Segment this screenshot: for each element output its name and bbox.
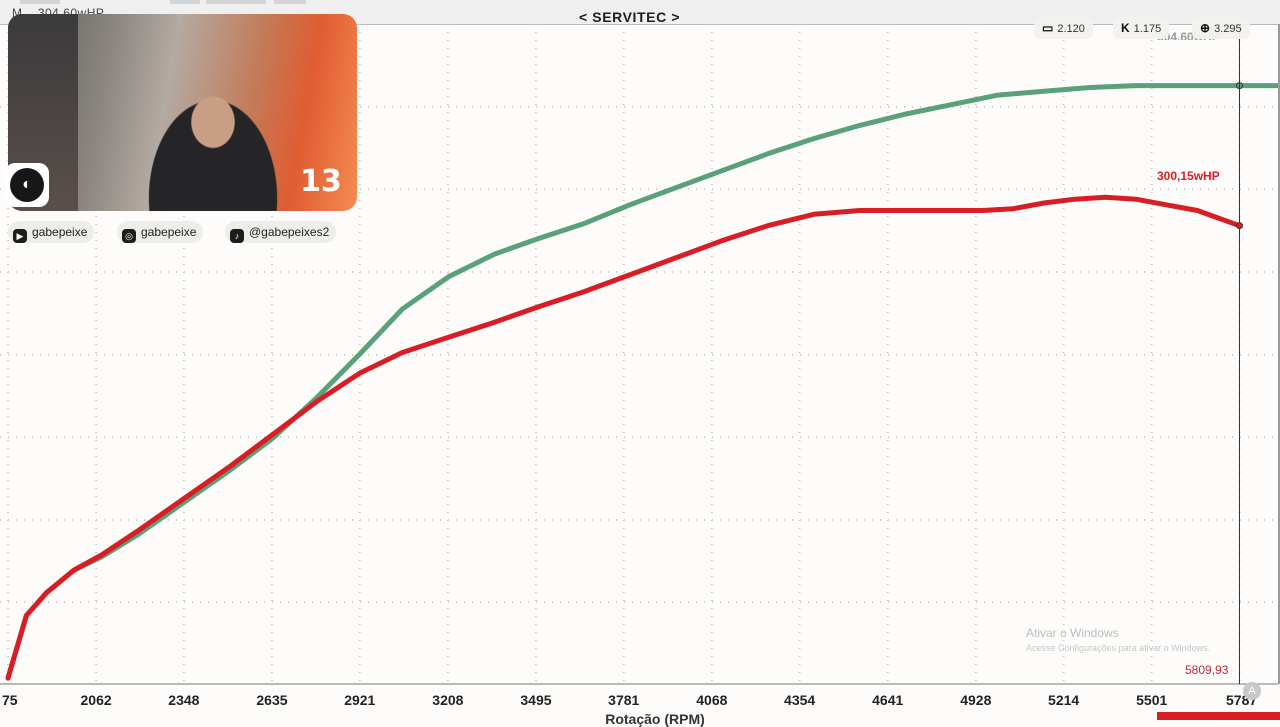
x-tick-label: 3781 bbox=[608, 692, 640, 708]
channel-logo: ◐ bbox=[5, 163, 49, 207]
webcam-counter: 13 bbox=[300, 164, 342, 199]
x-tick-label: 2348 bbox=[168, 692, 200, 708]
instagram-icon: ◎ bbox=[122, 229, 136, 243]
social-handle: gabepeixe bbox=[141, 225, 197, 239]
x-tick-label: 4354 bbox=[784, 692, 816, 708]
cursor-rpm-readout: 5809,93 bbox=[1185, 663, 1229, 677]
x-tick-label: 75 bbox=[2, 692, 18, 708]
x-tick-label: 4928 bbox=[960, 692, 992, 708]
toolbar-tab[interactable] bbox=[20, 0, 60, 4]
stat-twitch-viewers: ▭ 2.120 bbox=[1034, 17, 1093, 39]
youtube-icon: ▶ bbox=[13, 229, 27, 243]
kick-icon: K bbox=[1121, 21, 1130, 35]
fish-logo-icon: ◐ bbox=[10, 168, 44, 202]
stat-value: 2.120 bbox=[1057, 23, 1085, 35]
streamer-image bbox=[138, 84, 288, 211]
window-title: < SERVITEC > bbox=[579, 9, 681, 25]
x-tick-label: 4641 bbox=[872, 692, 904, 708]
social-tiktok: ♪ @gabepeixes2 bbox=[225, 221, 337, 243]
social-youtube: ▶ gabepeixe bbox=[8, 221, 95, 243]
x-axis-label: Rotação (RPM) bbox=[605, 711, 705, 727]
globe-icon: ⊕ bbox=[1200, 21, 1211, 35]
corner-logo-icon: A bbox=[1243, 682, 1261, 700]
x-tick-label: 5214 bbox=[1048, 692, 1080, 708]
x-tick-label: 4068 bbox=[696, 692, 728, 708]
social-instagram: ◎ gabepeixe bbox=[117, 221, 204, 243]
x-tick-label: 5501 bbox=[1136, 692, 1168, 708]
activation-watermark-subtitle: Acesse Configurações para ativar o Windo… bbox=[1026, 643, 1211, 653]
stat-value: 1.175 bbox=[1133, 23, 1162, 35]
stat-kick-viewers: K 1.175 bbox=[1113, 17, 1170, 39]
x-tick-label: 2062 bbox=[80, 692, 112, 708]
x-tick-label: 3208 bbox=[432, 692, 464, 708]
stat-value: 3.295 bbox=[1214, 23, 1242, 35]
toolbar-tab[interactable] bbox=[170, 0, 200, 4]
red-curve-value-label: 300,15wHP bbox=[1157, 169, 1220, 183]
webcam-overlay: 13 bbox=[8, 14, 357, 211]
bottom-red-tab[interactable] bbox=[1157, 712, 1280, 720]
x-tick-label: 2921 bbox=[344, 692, 376, 708]
x-tick-label: 3495 bbox=[520, 692, 552, 708]
stat-total-viewers: ⊕ 3.295 bbox=[1192, 17, 1250, 39]
toolbar-tab[interactable] bbox=[274, 0, 306, 4]
toolbar-tab[interactable] bbox=[206, 0, 266, 4]
social-handle: @gabepeixes2 bbox=[249, 225, 330, 239]
activation-watermark-title: Ativar o Windows bbox=[1026, 626, 1119, 640]
x-tick-label: 2635 bbox=[256, 692, 288, 708]
tiktok-icon: ♪ bbox=[230, 229, 244, 243]
twitch-icon: ▭ bbox=[1042, 21, 1054, 35]
social-handle: gabepeixe bbox=[32, 225, 88, 239]
cursor-marker-red bbox=[1236, 222, 1243, 230]
